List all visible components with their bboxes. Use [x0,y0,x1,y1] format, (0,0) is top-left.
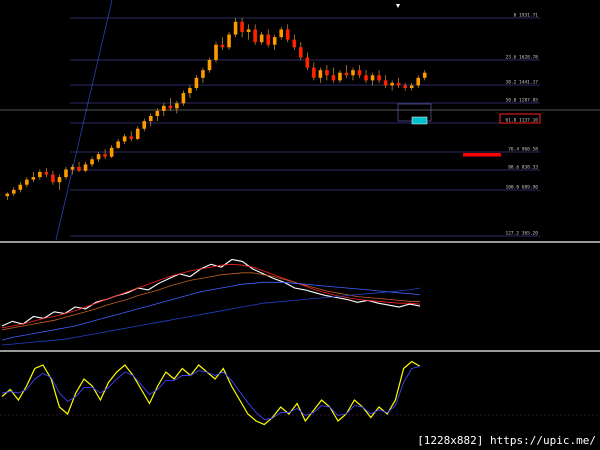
candle-body [38,172,42,178]
candle-body [338,72,342,81]
candle-body [396,82,401,86]
fib-label: 38.2 1441.17 [505,80,538,86]
candle-body [162,105,166,111]
candle-body [266,34,270,45]
price-level-marker [463,153,501,157]
candle-body [64,169,68,178]
fib-label: 0 1931.71 [514,13,539,19]
candle-body [259,34,264,43]
candle-body [325,70,329,76]
candle-body [377,75,381,81]
candle-body [292,39,297,48]
candle-body [331,75,336,81]
fib-label: 127.2 365.20 [505,231,538,237]
candle-body [31,177,36,180]
candle-body [25,179,29,185]
candle-body [77,166,81,171]
candle-body [83,164,88,171]
candle-body [207,60,212,71]
candle-body [18,184,23,190]
fib-label: 76.4 960.58 [508,147,538,153]
candle-body [351,70,355,76]
candle-body [318,70,323,78]
fib-label: 50.0 1287.85 [505,98,538,104]
candle-body [155,110,160,116]
candle-body [90,159,94,165]
watermark-text: [1228x882] https://upic.me/ [417,434,596,447]
candle-body [57,177,62,183]
fib-label: 100.0 689.90 [505,185,538,191]
candle-body [416,77,421,86]
trading-chart[interactable]: 0 1931.71 23.6 1628.78 38.2 1441.17 50.0 12… [0,0,600,450]
candle-body [51,174,55,183]
candle-body [122,136,127,142]
candle-body [129,136,133,139]
candle-body [253,29,257,43]
candle-body [370,75,375,81]
candle-body [364,75,368,81]
candle-body [116,141,120,148]
candle-body [272,37,277,45]
candle-body [96,154,101,160]
candle-body [44,172,49,175]
candle-body [11,189,16,194]
candle-body [142,121,147,129]
candle-body [201,70,205,78]
candle-body [181,93,186,104]
fib-label: 88.6 838.33 [508,165,538,171]
candle-body [194,77,199,88]
candle-body [403,85,407,88]
candle-body [305,57,310,68]
candle-body [409,85,414,88]
candle-body [148,116,153,122]
candle-body [279,29,284,38]
candle-body [103,154,107,157]
candle-body [312,67,316,78]
candle-body [227,34,231,48]
chart-background [0,0,600,450]
candle-body [357,70,362,76]
candle-body [246,29,251,32]
candle-body [233,21,238,35]
candle-body [175,103,179,109]
candle-body [240,21,244,32]
candle-body [5,193,10,197]
candle-body [220,44,225,48]
candle-body [383,80,388,86]
candle-body [214,44,218,60]
candle-body [285,29,290,40]
candle-body [70,166,75,170]
candle-body [168,105,173,109]
fib-label: 23.6 1628.78 [505,55,538,61]
candle-body [135,128,140,139]
candle-body [109,147,114,157]
candle-body [422,72,427,78]
candle-body [299,47,303,58]
candle-body [344,72,349,76]
candle-body [188,88,192,94]
candle-body [390,82,394,86]
